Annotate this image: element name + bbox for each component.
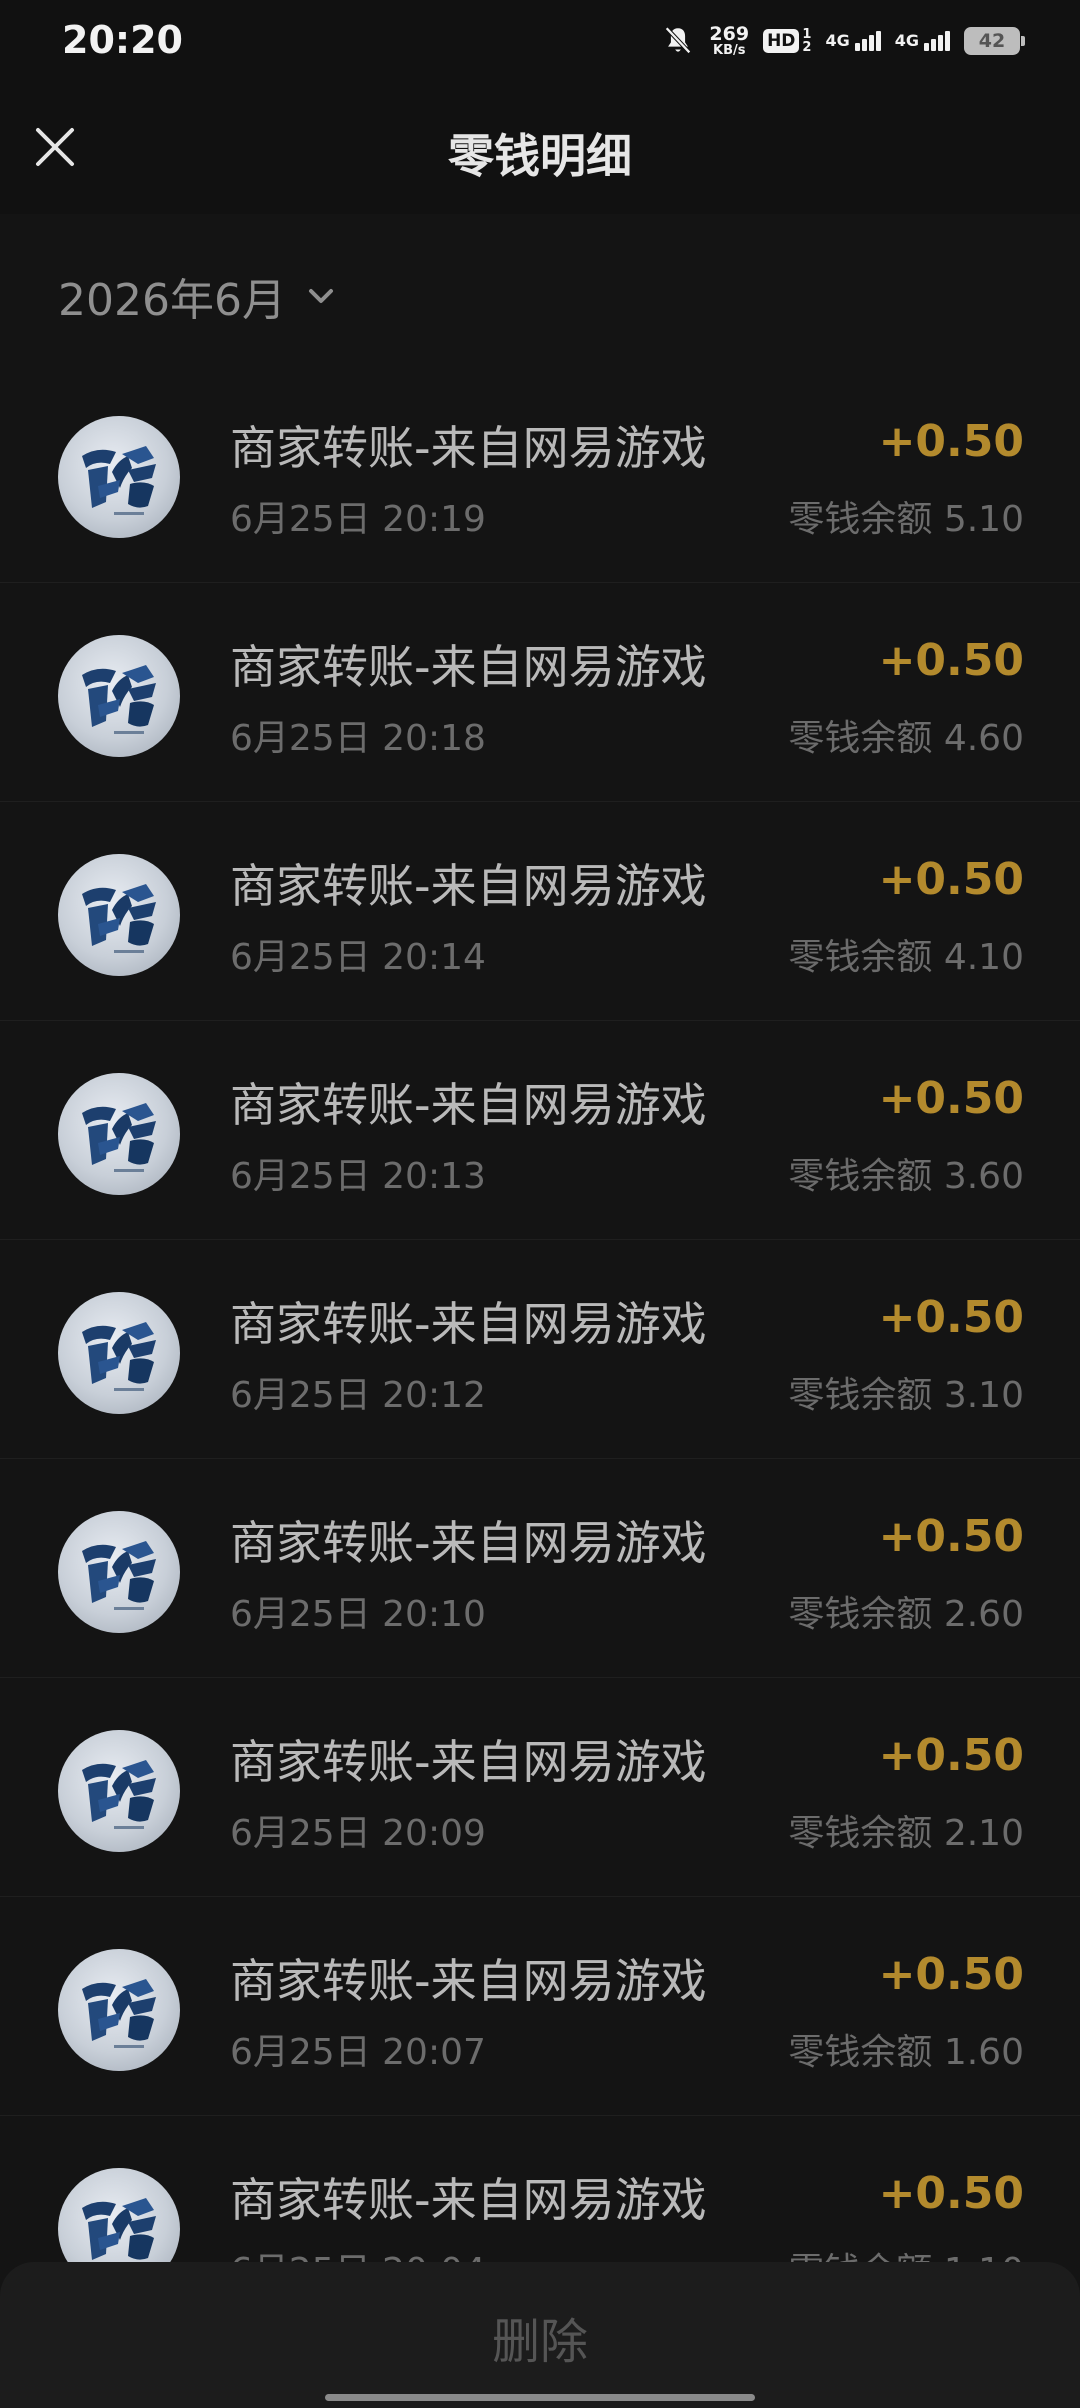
transaction-title: 商家转账-来自网易游戏	[230, 1516, 707, 1570]
transaction-amount: +0.50	[878, 1730, 1024, 1781]
merchant-avatar	[58, 1292, 180, 1414]
merchant-avatar	[58, 1730, 180, 1852]
transaction-title: 商家转账-来自网易游戏	[230, 859, 707, 913]
header: 零钱明细	[0, 84, 1080, 214]
status-time: 20:20	[62, 18, 183, 62]
bottom-sheet: 删除	[0, 2262, 1080, 2408]
transaction-row[interactable]: 商家转账-来自网易游戏 6月25日 20:10 +0.50 零钱余额 2.60	[0, 1459, 1080, 1678]
transaction-row[interactable]: 商家转账-来自网易游戏 6月25日 20:09 +0.50 零钱余额 2.10	[0, 1678, 1080, 1897]
home-indicator[interactable]	[325, 2394, 755, 2401]
transaction-row[interactable]: 商家转账-来自网易游戏 6月25日 20:19 +0.50 零钱余额 5.10	[0, 364, 1080, 583]
merchant-logo-icon	[82, 665, 156, 734]
merchant-avatar	[58, 1073, 180, 1195]
transaction-amount: +0.50	[878, 635, 1024, 686]
net-speed: 269 KB/s	[709, 23, 750, 58]
transaction-balance: 零钱余额 1.60	[788, 2032, 1024, 2073]
transaction-amount: +0.50	[878, 416, 1024, 467]
merchant-avatar	[58, 416, 180, 538]
transaction-balance: 零钱余额 3.60	[788, 1156, 1024, 1197]
transaction-title: 商家转账-来自网易游戏	[230, 1735, 707, 1789]
month-selector[interactable]: 2026年6月	[58, 264, 338, 328]
hd-sim2: 2	[802, 40, 812, 55]
merchant-logo-icon	[82, 1760, 156, 1829]
transaction-title: 商家转账-来自网易游戏	[230, 1297, 707, 1351]
merchant-logo-icon	[82, 446, 156, 515]
merchant-logo-icon	[82, 1103, 156, 1172]
transaction-title: 商家转账-来自网易游戏	[230, 1954, 707, 2008]
chevron-down-icon	[308, 289, 333, 303]
transaction-row[interactable]: 商家转账-来自网易游戏 6月25日 20:13 +0.50 零钱余额 3.60	[0, 1021, 1080, 1240]
signal-1-icon: 4G	[825, 31, 881, 51]
merchant-avatar	[58, 854, 180, 976]
transaction-amount: +0.50	[878, 2168, 1024, 2219]
transaction-time: 6月25日 20:09	[230, 1813, 486, 1854]
merchant-logo-icon	[82, 1541, 156, 1610]
net-speed-unit: KB/s	[713, 43, 746, 58]
merchant-logo-icon	[82, 1322, 156, 1391]
merchant-logo-icon	[82, 884, 156, 953]
signal-2-label: 4G	[894, 31, 919, 50]
signal-2-icon: 4G	[895, 31, 950, 51]
transaction-time: 6月25日 20:14	[230, 937, 486, 978]
transaction-balance: 零钱余额 4.10	[788, 937, 1024, 978]
hd-label: HD	[763, 29, 800, 53]
battery-icon: 42	[964, 27, 1025, 55]
transaction-balance: 零钱余额 4.60	[788, 718, 1024, 759]
transaction-amount: +0.50	[878, 1511, 1024, 1562]
transaction-list: 商家转账-来自网易游戏 6月25日 20:19 +0.50 零钱余额 5.10	[0, 364, 1080, 2335]
page-title: 零钱明细	[448, 129, 632, 183]
transaction-time: 6月25日 20:19	[230, 499, 486, 540]
transaction-time: 6月25日 20:07	[230, 2032, 486, 2073]
merchant-logo-icon	[82, 1979, 156, 2048]
transaction-balance: 零钱余额 5.10	[788, 499, 1024, 540]
merchant-avatar	[58, 1511, 180, 1633]
bell-muted-icon	[665, 26, 692, 54]
transaction-amount: +0.50	[878, 1073, 1024, 1124]
net-speed-value: 269	[709, 23, 750, 45]
transaction-time: 6月25日 20:18	[230, 718, 486, 759]
status-icons: 269 KB/s HD 1 2 4G 4G 42	[661, 22, 1025, 60]
transaction-balance: 零钱余额 2.60	[788, 1594, 1024, 1635]
signal-1-label: 4G	[825, 31, 850, 50]
transaction-title: 商家转账-来自网易游戏	[230, 421, 707, 475]
transaction-row[interactable]: 商家转账-来自网易游戏 6月25日 20:12 +0.50 零钱余额 3.10	[0, 1240, 1080, 1459]
transaction-row[interactable]: 商家转账-来自网易游戏 6月25日 20:07 +0.50 零钱余额 1.60	[0, 1897, 1080, 2116]
status-bar: 20:20 269 KB/s HD 1 2 4G 4G 42	[0, 0, 1080, 84]
transaction-amount: +0.50	[878, 854, 1024, 905]
month-label: 2026年6月	[58, 275, 286, 326]
screen: 20:20 269 KB/s HD 1 2 4G 4G 42 零钱明细 2026…	[0, 0, 1080, 2408]
delete-button[interactable]: 删除	[0, 2302, 1080, 2372]
transaction-row[interactable]: 商家转账-来自网易游戏 6月25日 20:18 +0.50 零钱余额 4.60	[0, 583, 1080, 802]
transaction-balance: 零钱余额 2.10	[788, 1813, 1024, 1854]
transaction-title: 商家转账-来自网易游戏	[230, 640, 707, 694]
month-bar: 2026年6月	[0, 214, 1080, 364]
transaction-title: 商家转账-来自网易游戏	[230, 2173, 707, 2227]
transaction-title: 商家转账-来自网易游戏	[230, 1078, 707, 1132]
transaction-amount: +0.50	[878, 1949, 1024, 2000]
transaction-balance: 零钱余额 3.10	[788, 1375, 1024, 1416]
hd-sim-numbers: 1 2	[802, 28, 811, 54]
merchant-avatar	[58, 635, 180, 757]
merchant-avatar	[58, 1949, 180, 2071]
transaction-amount: +0.50	[878, 1292, 1024, 1343]
hd-voice-icon: HD 1 2	[763, 28, 811, 54]
transaction-time: 6月25日 20:13	[230, 1156, 486, 1197]
transaction-time: 6月25日 20:10	[230, 1594, 486, 1635]
transaction-time: 6月25日 20:12	[230, 1375, 486, 1416]
transaction-row[interactable]: 商家转账-来自网易游戏 6月25日 20:14 +0.50 零钱余额 4.10	[0, 802, 1080, 1021]
